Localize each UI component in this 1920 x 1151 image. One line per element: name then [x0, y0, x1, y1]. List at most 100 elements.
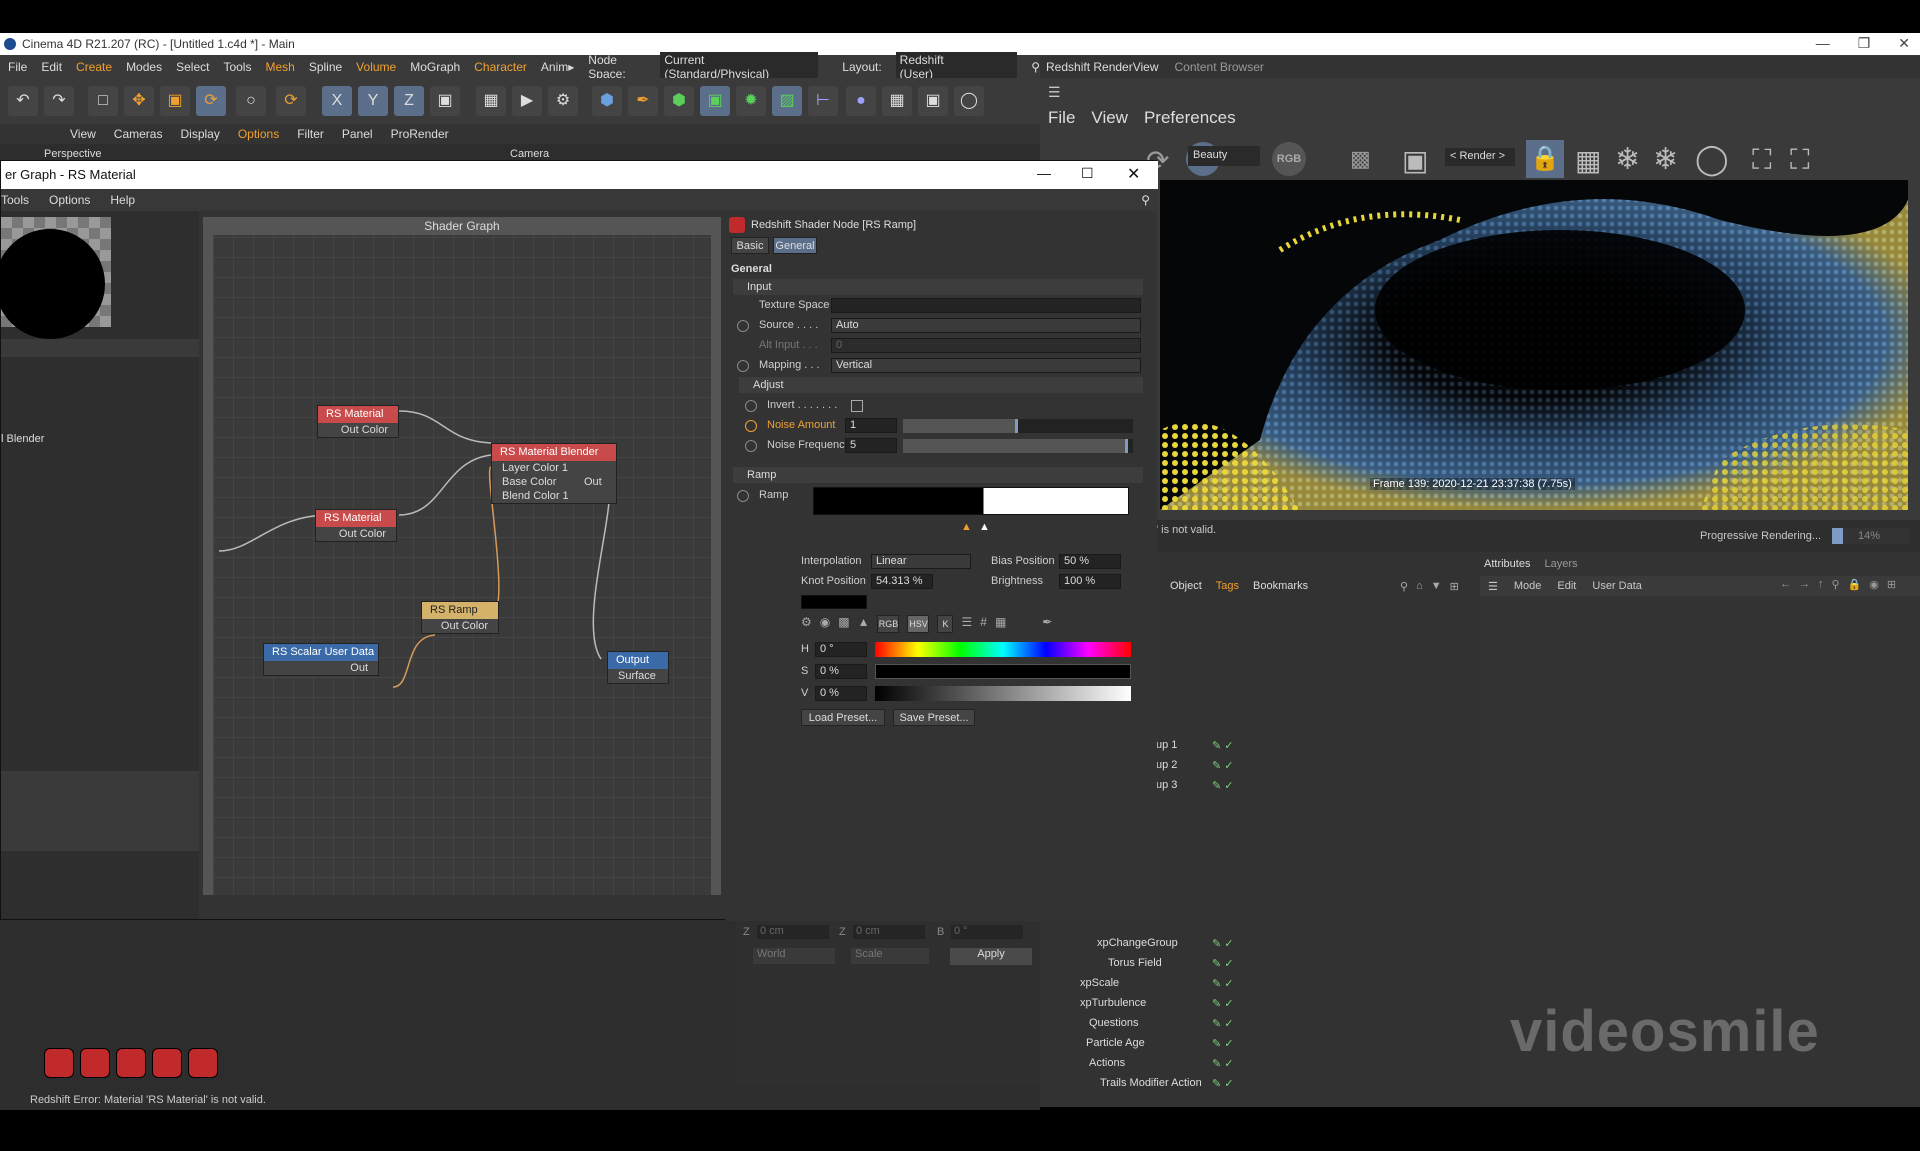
mapping-anim-icon[interactable] — [737, 360, 749, 372]
menu-spline[interactable]: Spline — [309, 60, 342, 74]
viewport-menu-display[interactable]: Display — [180, 127, 219, 141]
extrude-icon[interactable]: ▣ — [700, 86, 730, 116]
knot-position-field[interactable]: 54.313 % — [871, 574, 933, 589]
coord-z-size[interactable]: 0 cm — [853, 925, 925, 939]
object-row[interactable]: xpScale ✎ ✓ — [1040, 974, 1480, 994]
object-row[interactable]: Particle Age ✎ ✓ — [1040, 1034, 1480, 1054]
render-view-icon[interactable]: ▦ — [476, 86, 506, 116]
invert-checkbox[interactable] — [851, 400, 863, 412]
hue-slider[interactable] — [875, 642, 1131, 657]
minimize-icon[interactable]: — — [1816, 35, 1830, 52]
hue-field[interactable]: 0 ° — [815, 642, 867, 657]
attr-target-icon[interactable]: ◉ — [1869, 578, 1879, 591]
group-ramp[interactable]: Ramp — [733, 467, 1143, 483]
field-icon[interactable]: ● — [846, 86, 876, 116]
redshift-sun-icon[interactable] — [188, 1048, 218, 1078]
attr-menu-mode[interactable]: Mode — [1514, 580, 1542, 592]
bias-position-field[interactable]: 50 % — [1059, 554, 1121, 569]
om-home-icon[interactable]: ⌂ — [1416, 580, 1423, 593]
coordinate-system-icon[interactable]: ▣ — [430, 86, 460, 116]
saturation-field[interactable]: 0 % — [815, 664, 867, 679]
attr-search-icon[interactable]: ⚲ — [1832, 578, 1840, 591]
menu-mograph[interactable]: MoGraph — [410, 60, 460, 74]
rv-menu-preferences[interactable]: Preferences — [1144, 108, 1236, 128]
light-icon[interactable]: ◯ — [954, 86, 984, 116]
y-axis-icon[interactable]: Y — [358, 86, 388, 116]
viewport-menu-filter[interactable]: Filter — [297, 127, 324, 141]
rv-menu-view[interactable]: View — [1091, 108, 1128, 128]
om-menu-tags[interactable]: Tags — [1216, 580, 1239, 592]
apply-button[interactable]: Apply — [950, 948, 1032, 965]
attr-menu-icon[interactable]: ☰ — [1488, 580, 1498, 593]
node-port-out[interactable]: Out — [584, 476, 602, 488]
menu-character[interactable]: Character — [474, 60, 527, 74]
dialog-menu-help[interactable]: Help — [110, 193, 135, 207]
save-preset-button[interactable]: Save Preset... — [893, 709, 975, 726]
grid-icon[interactable]: ▩ — [1350, 146, 1371, 172]
deformer-icon[interactable]: ⊢ — [808, 86, 838, 116]
menu-mesh[interactable]: Mesh — [265, 60, 294, 74]
om-search-icon[interactable]: ⚲ — [1400, 580, 1408, 593]
node-rs-material-2[interactable]: RS Material Out Color — [315, 509, 397, 542]
dialog-menu-options[interactable]: Options — [49, 193, 90, 207]
recent-tool-icon[interactable]: ○ — [236, 86, 266, 116]
restore-icon[interactable]: ❐ — [1858, 35, 1871, 52]
mograph-icon[interactable]: ▨ — [772, 86, 802, 116]
om-add-icon[interactable]: ⊞ — [1450, 580, 1459, 593]
tiles-icon[interactable]: ▦ — [1575, 144, 1601, 177]
menu-edit[interactable]: Edit — [41, 60, 62, 74]
dialog-minimize-icon[interactable]: — — [1037, 165, 1051, 181]
object-row[interactable]: xpChangeGroup ✎ ✓ — [1040, 934, 1480, 954]
eyedropper-icon[interactable]: ✒ — [1042, 615, 1052, 633]
visibility-check-icon[interactable]: ✎ ✓ — [1212, 1037, 1234, 1050]
dialog-search-icon[interactable]: ⚲ — [1141, 193, 1150, 207]
render-dropdown[interactable]: < Render > — [1445, 148, 1515, 166]
node-port-out[interactable]: Out Color — [316, 527, 396, 541]
attr-add-icon[interactable]: ⊞ — [1887, 578, 1896, 591]
select-icon[interactable]: □ — [88, 86, 118, 116]
mixer-icon[interactable]: ☰ — [961, 615, 972, 633]
value-field[interactable]: 0 % — [815, 686, 867, 701]
render-image[interactable]: Frame 139: 2020-12-21 23:37:38 (7.75s) — [1160, 180, 1908, 510]
object-row[interactable]: Trails Modifier Action ✎ ✓ — [1040, 1074, 1480, 1094]
visibility-check-icon[interactable]: ✎ ✓ — [1212, 759, 1234, 772]
menu-create[interactable]: Create — [76, 60, 112, 74]
freeze-all-icon[interactable]: ❄ — [1653, 142, 1678, 177]
node-port-out[interactable]: Out Color — [318, 423, 398, 437]
undo-icon[interactable]: ↶ — [8, 86, 38, 116]
object-name[interactable]: Particle Age — [1086, 1037, 1145, 1049]
hamburger-icon[interactable]: ☰ — [1048, 84, 1061, 101]
render-settings-icon[interactable]: ⚙ — [548, 86, 578, 116]
visibility-check-icon[interactable]: ✎ ✓ — [1212, 977, 1234, 990]
object-name[interactable]: up 3 — [1156, 779, 1177, 791]
tab-attributes[interactable]: Attributes — [1484, 558, 1530, 570]
redshift-spot-light-icon[interactable] — [80, 1048, 110, 1078]
crop-icon[interactable]: ▣ — [1402, 144, 1428, 177]
menu-tools[interactable]: Tools — [223, 60, 251, 74]
node-list-item[interactable]: l Blender — [1, 433, 44, 445]
value-slider[interactable] — [875, 686, 1131, 701]
visibility-check-icon[interactable]: ✎ ✓ — [1212, 739, 1234, 752]
coord-b-rotation[interactable]: 0 ° — [951, 925, 1023, 939]
scale-icon[interactable]: ▣ — [160, 86, 190, 116]
move-icon[interactable]: ✥ — [124, 86, 154, 116]
node-port-surface[interactable]: Surface — [608, 669, 668, 683]
object-row[interactable]: Torus Field ✎ ✓ — [1040, 954, 1480, 974]
noise-frequency-anim-icon[interactable] — [745, 440, 757, 452]
viewport-menu-cameras[interactable]: Cameras — [114, 127, 163, 141]
color-spectrum-icon[interactable]: ◉ — [820, 615, 830, 633]
saturation-slider[interactable] — [875, 664, 1131, 679]
redshift-light-icon[interactable] — [44, 1048, 74, 1078]
freeze-icon[interactable]: ❄ — [1615, 142, 1640, 177]
dialog-menu-tools[interactable]: Tools — [1, 193, 29, 207]
subdivision-icon[interactable]: ⬢ — [664, 86, 694, 116]
node-rs-scalar-user-data[interactable]: RS Scalar User Data Out — [263, 643, 379, 676]
node-port-out[interactable]: Out — [264, 661, 378, 675]
ramp-anim-icon[interactable] — [737, 490, 749, 502]
back-arrow-icon[interactable]: ← — [1780, 578, 1791, 591]
menu-modes[interactable]: Modes — [126, 60, 162, 74]
visibility-check-icon[interactable]: ✎ ✓ — [1212, 937, 1234, 950]
ramp-gradient[interactable] — [813, 487, 1129, 515]
tab-redshift-renderview[interactable]: Redshift RenderView — [1046, 60, 1159, 74]
source-dropdown[interactable]: Auto — [831, 318, 1141, 333]
